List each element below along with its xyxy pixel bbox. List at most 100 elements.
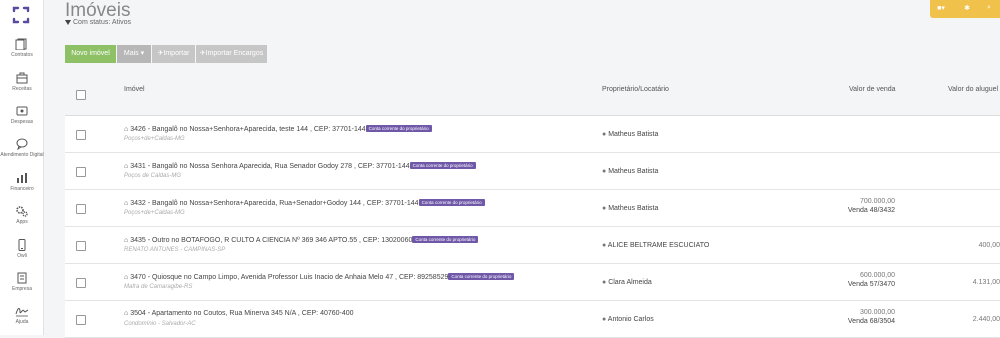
owner-name[interactable]: ● Matheus Batista: [602, 131, 658, 138]
more-label: Mais: [123, 50, 139, 57]
home-icon: ⌂: [124, 163, 129, 170]
address-text: 3432 - Bangalô no Nossa+Senhora+Aparecid…: [130, 200, 419, 207]
owner-name[interactable]: ● Matheus Batista: [602, 168, 658, 175]
column-header-rent[interactable]: Valor do aluguel: [948, 86, 998, 93]
property-city: Poços de Caldas-MG: [124, 173, 182, 179]
home-icon: ⌂: [124, 310, 129, 317]
row-checkbox[interactable]: [76, 167, 86, 177]
property-city: Poços+de+Caldas-MG: [124, 210, 185, 216]
user-icon: ●: [602, 316, 607, 323]
owner-name[interactable]: ● Antonio Carlos: [602, 316, 654, 323]
import-label: Importar: [163, 50, 190, 57]
sidebar-item-label: Receitas: [12, 86, 32, 92]
chat-icon: [16, 138, 28, 150]
table-row[interactable]: ⌂ 3431 - Bangalô no Nossa Senhora Aparec…: [65, 153, 1000, 190]
sidebar: Contratos Receitas Despesas Atendimento …: [0, 0, 44, 335]
status-badge: Conta corrente do proprietário: [409, 162, 476, 169]
address-text: 3435 - Outro no BOTAFOGO, R CULTO A CIEN…: [130, 237, 413, 244]
address-text: 3431 - Bangalô no Nossa Senhora Aparecid…: [130, 163, 410, 170]
sidebar-item-despesas[interactable]: Despesas: [0, 105, 44, 125]
sidebar-item-empresa[interactable]: Empresa: [0, 272, 44, 292]
top-actions: ■▾ ✱ ⌕: [930, 0, 1000, 18]
import-button[interactable]: ✈Importar: [152, 45, 195, 63]
caret-down-icon: ▾: [140, 50, 145, 57]
property-address[interactable]: ⌂ 3470 - Quiosque no Campo Limpo, Avenid…: [124, 273, 515, 281]
status-badge: Conta corrente do proprietário: [412, 236, 479, 243]
address-text: 3470 - Quiosque no Campo Limpo, Avenida …: [130, 274, 449, 281]
table-row[interactable]: ⌂ 3432 - Bangalô no Nossa+Senhora+Aparec…: [65, 190, 1000, 227]
row-checkbox[interactable]: [76, 241, 86, 251]
sale-link[interactable]: Venda 68/3504: [848, 318, 895, 325]
status-badge: Conta corrente do proprietário: [418, 199, 485, 206]
property-address[interactable]: ⌂ 3432 - Bangalô no Nossa+Senhora+Aparec…: [124, 199, 485, 207]
table-row[interactable]: ⌂ 3435 - Outro no BOTAFOGO, R CULTO A CI…: [65, 227, 1000, 264]
home-icon: ⌂: [124, 237, 129, 244]
sidebar-item-label: Contratos: [11, 52, 33, 58]
owner-text: Matheus Batista: [608, 205, 659, 212]
more-dropdown-button[interactable]: Mais ▾: [117, 45, 151, 63]
building-icon: [17, 272, 27, 284]
status-filter[interactable]: Com status: Ativos: [65, 19, 131, 26]
row-checkbox[interactable]: [76, 278, 86, 288]
property-city: Poços+de+Caldas-MG: [124, 136, 185, 142]
property-address[interactable]: ⌂ 3426 - Bangalô no Nossa+Senhora+Aparec…: [124, 125, 432, 133]
sale-amount: 600.000,00: [859, 272, 895, 279]
receipt-icon: [16, 72, 28, 84]
address-text: 3504 - Apartamento no Coutos, Rua Minerv…: [130, 310, 354, 317]
sidebar-item-financeiro[interactable]: Financeiro: [0, 172, 44, 192]
sidebar-item-label: Owli: [17, 253, 27, 259]
column-header-sale[interactable]: Valor de venda: [849, 86, 896, 93]
property-city: RENATO ANTUNES - CAMPINAS-SP: [124, 247, 226, 253]
table-row[interactable]: ⌂ 3504 - Apartamento no Coutos, Rua Mine…: [65, 301, 1000, 338]
select-all-checkbox[interactable]: [76, 90, 86, 100]
owner-name[interactable]: ● Clara Almeida: [602, 279, 652, 286]
sidebar-item-ajuda[interactable]: Ajuda: [0, 305, 44, 325]
new-property-button[interactable]: Novo imóvel: [65, 45, 116, 63]
signature-icon: [15, 308, 29, 317]
chart-icon: [17, 173, 27, 183]
sidebar-item-apps[interactable]: Apps: [0, 205, 44, 225]
sidebar-item-receitas[interactable]: Receitas: [0, 72, 44, 92]
pages-icon: [15, 38, 27, 50]
owner-text: ALICE BELTRAME ESCUCIATO: [607, 242, 710, 249]
column-header-property[interactable]: Imóvel: [124, 86, 145, 93]
import-charges-button[interactable]: ✈Importar Encargos: [196, 45, 267, 63]
property-address[interactable]: ⌂ 3504 - Apartamento no Coutos, Rua Mine…: [124, 310, 354, 317]
sidebar-item-label: Empresa: [11, 286, 32, 292]
owner-name[interactable]: ● ALICE BELTRAME ESCUCIATO: [602, 242, 709, 249]
sale-link[interactable]: Venda 48/3432: [848, 207, 895, 214]
status-badge: Conta corrente do proprietário: [448, 273, 515, 280]
user-icon: ●: [602, 279, 607, 286]
sidebar-item-contratos[interactable]: Contratos: [0, 38, 44, 58]
sidebar-item-label: Apps: [16, 219, 28, 225]
owner-name[interactable]: ● Matheus Batista: [602, 205, 658, 212]
owner-text: Matheus Batista: [608, 168, 659, 175]
property-city: Mafra de Camaragibe-RS: [124, 284, 193, 290]
address-text: 3426 - Bangalô no Nossa+Senhora+Aparecid…: [130, 126, 366, 133]
home-icon: ⌂: [124, 126, 129, 133]
table-row[interactable]: ⌂ 3470 - Quiosque no Campo Limpo, Avenid…: [65, 264, 1000, 301]
row-checkbox[interactable]: [76, 130, 86, 140]
gear-icon[interactable]: ✱: [962, 4, 972, 14]
rent-value: 4.131,00: [972, 279, 1000, 286]
sidebar-item-label: Despesas: [10, 119, 34, 125]
user-icon: ●: [602, 168, 607, 175]
row-checkbox[interactable]: [76, 204, 86, 214]
import-charges-label: Importar Encargos: [205, 50, 264, 57]
sidebar-item-owli[interactable]: Owli: [0, 239, 44, 259]
sidebar-item-atendimento-digital[interactable]: Atendimento Digital: [0, 138, 44, 158]
gears-icon: [16, 206, 28, 217]
print-icon[interactable]: ■▾: [936, 4, 946, 14]
table-row[interactable]: ⌂ 3426 - Bangalô no Nossa+Senhora+Aparec…: [65, 116, 1000, 153]
filter-label: Com status: Ativos: [73, 19, 131, 26]
owner-text: Clara Almeida: [608, 279, 652, 286]
app-logo-icon[interactable]: [11, 5, 31, 25]
search-icon[interactable]: ⌕: [984, 4, 994, 14]
property-address[interactable]: ⌂ 3435 - Outro no BOTAFOGO, R CULTO A CI…: [124, 236, 479, 244]
column-header-owner[interactable]: Proprietário/Locatário: [602, 86, 669, 93]
row-checkbox[interactable]: [76, 315, 86, 325]
property-address[interactable]: ⌂ 3431 - Bangalô no Nossa Senhora Aparec…: [124, 162, 476, 170]
main-content: Imóveis Com status: Ativos ■▾ ✱ ⌕ Novo i…: [44, 0, 1000, 338]
sale-link[interactable]: Venda 57/3470: [848, 281, 895, 288]
wallet-icon: [16, 106, 28, 116]
